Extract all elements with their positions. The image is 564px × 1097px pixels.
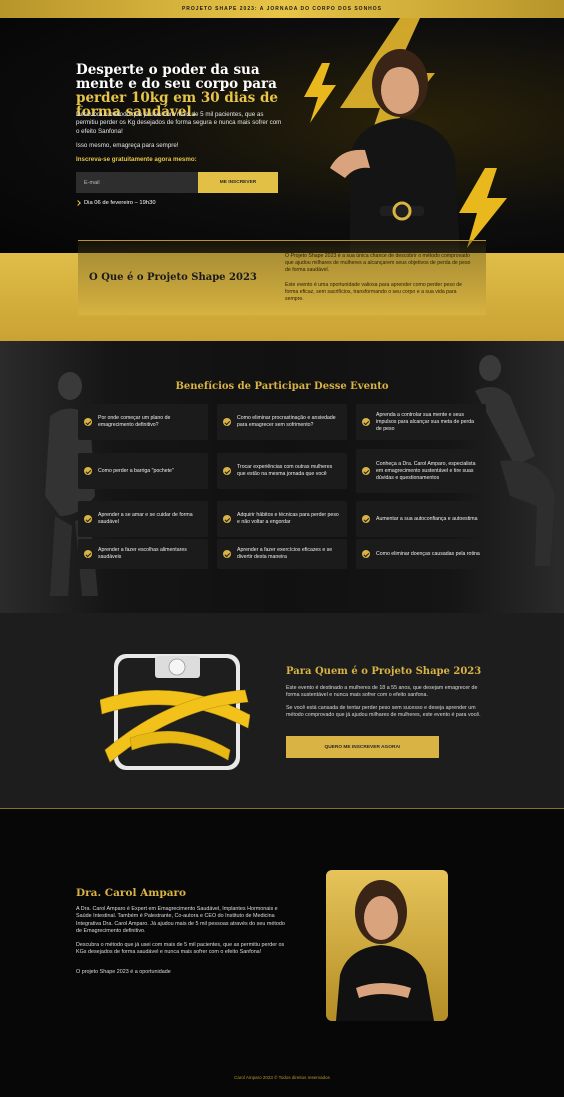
chevron-right-icon [75,200,81,206]
benefit-text: Aprender a fazer exercícios eficazes e s… [237,547,333,560]
for-whom-title: Para Quem é o Projeto Shape 2023 [286,666,482,677]
headline-text: Desperte o poder da sua mente e do seu c… [76,62,277,92]
benefit-text: Adquirir hábitos e técnicas para perder … [237,512,339,525]
benefit-card: Trocar experiências com outras mulheres … [217,453,347,489]
check-icon [362,418,370,426]
doctor-paragraph-2: Descubra o método que já usei com mais d… [76,942,285,956]
doctor-paragraph-3: O projeto Shape 2023 é a oportunidade [76,969,171,975]
benefit-text: Aprender a fazer escolhas alimentares sa… [98,547,187,560]
check-icon [223,515,231,523]
hero-tagline: Isso mesmo, emagreça para sempre! [76,142,179,149]
subscribe-button[interactable]: ME INSCREVER [198,172,278,193]
benefit-text: Trocar experiências com outras mulheres … [237,464,333,477]
benefit-card: Aprenda a controlar sua mente e seus imp… [356,404,486,440]
doctor-portrait-image [336,880,434,1021]
benefits-title: Benefícios de Participar Desse Evento [175,381,389,392]
register-now-button[interactable]: QUERO ME INSCREVER AGORA! [286,736,439,758]
email-input[interactable] [76,172,198,193]
check-icon [223,467,231,475]
check-icon [362,550,370,558]
benefit-card: Como eliminar procrastinação e ansiedade… [217,404,347,440]
benefits-section: Benefícios de Participar Desse Evento Po… [0,341,564,613]
announcement-text: PROJETO SHAPE 2023: A JORNADA DO CORPO D… [181,6,383,12]
check-icon [223,418,231,426]
top-announcement-bar: PROJETO SHAPE 2023: A JORNADA DO CORPO D… [0,0,564,18]
benefit-text: Conheça a Dra. Carol Amparo, especialist… [376,460,476,481]
benefit-card: Aprender a fazer exercícios eficazes e s… [217,539,347,569]
benefit-text: Como perder a barriga "pochete" [98,467,174,474]
footer-copyright: Carol Amparo 2023 © Todos direitos reser… [234,1075,330,1080]
benefit-text: Como eliminar procrastinação e ansiedade… [237,415,336,428]
benefit-card: Aumentar a sua autoconfiança e autoestim… [356,501,486,537]
benefit-card: Como eliminar doenças causadas pela roti… [356,539,486,569]
event-date: Dia 06 de fevereiro – 19h30 [75,200,156,206]
doctor-photo [326,870,448,1021]
benefit-text: Como eliminar doenças causadas pela roti… [376,550,480,557]
benefit-card: Por onde começar um plano de emagrecimen… [78,404,208,440]
doctor-section: Dra. Carol Amparo A Dra. Carol Amparo é … [0,809,564,1097]
doctor-paragraph-1: A Dra. Carol Amparo é Expert em Emagreci… [76,906,285,934]
check-icon [362,515,370,523]
benefit-card: Aprender a fazer escolhas alimentares sa… [78,539,208,569]
event-date-text: Dia 06 de fevereiro – 19h30 [84,200,156,206]
benefit-card: Aprender a se amar e se cuidar de forma … [78,501,208,537]
about-paragraph-2: Este evento é uma oportunidade valiosa p… [285,282,463,302]
benefit-card: Conheça a Dra. Carol Amparo, especialist… [356,449,486,493]
about-paragraph-1: O Projeto Shape 2023 é a sua única chanc… [285,253,471,273]
for-whom-section: Para Quem é o Projeto Shape 2023 Este ev… [0,613,564,809]
benefit-text: Aumentar a sua autoconfiança e autoestim… [376,515,478,522]
doctor-hero-photo [330,49,460,253]
about-title: O Que é o Projeto Shape 2023 [89,272,257,283]
for-whom-paragraph-1: Este evento é destinado a mulheres de 18… [286,685,478,699]
check-icon [84,418,92,426]
check-icon [84,550,92,558]
cta-label: Inscreva-se gratuitamente agora mesmo: [76,156,197,163]
for-whom-paragraph-2: Se você está cansada de tentar perder pe… [286,705,481,719]
check-icon [84,467,92,475]
benefit-card: Como perder a barriga "pochete" [78,453,208,489]
doctor-title: Dra. Carol Amparo [76,887,187,899]
hero-paragraph: Descubra o método que já usei com mais d… [76,111,282,135]
check-icon [84,515,92,523]
hero-section: Desperte o poder da sua mente e do seu c… [0,18,564,253]
check-icon [362,467,370,475]
check-icon [223,550,231,558]
benefit-text: Por onde começar um plano de emagrecimen… [98,415,171,428]
benefit-text: Aprenda a controlar sua mente e seus imp… [376,411,475,432]
benefit-card: Adquirir hábitos e técnicas para perder … [217,501,347,537]
scale-with-tape-image [100,654,250,770]
benefit-text: Aprender a se amar e se cuidar de forma … [98,512,193,525]
